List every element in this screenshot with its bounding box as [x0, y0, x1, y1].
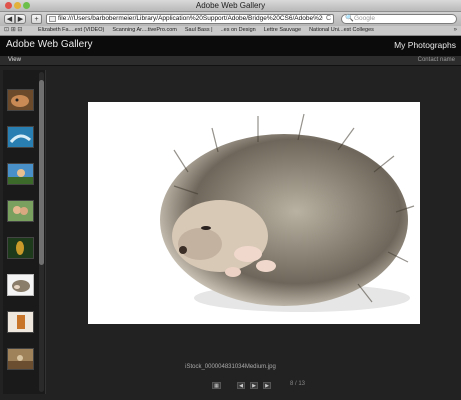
search-field[interactable]: 🔍 Google [341, 14, 457, 24]
hedgehog-photo [88, 102, 420, 324]
thumbnail-item[interactable] [7, 126, 34, 148]
add-bookmark-button[interactable]: + [31, 14, 42, 24]
bookmark-item[interactable]: National Uni...est Colleges [309, 26, 374, 35]
next-icon[interactable]: ▶ [263, 382, 271, 389]
bookmark-item[interactable]: Scanning Ar....tivePro.com [112, 26, 177, 35]
address-bar[interactable]: file:///Users/barbobermeier/Library/Appl… [46, 14, 334, 24]
thumbnail-item[interactable] [7, 311, 34, 333]
bookmark-item[interactable]: Lettre Sauvage [264, 26, 301, 35]
gallery-header: Adobe Web Gallery My Photographs [0, 36, 461, 56]
view-menu[interactable]: View [8, 56, 21, 65]
bookmarks-overflow-icon[interactable]: » [454, 26, 457, 35]
gallery-main: iStock_000004831034Medium.jpg ▦ ◀ ▶ ▶ 8 … [0, 66, 461, 400]
previous-icon[interactable]: ◀ [237, 382, 245, 389]
url-text[interactable]: file:///Users/barbobermeier/Library/Appl… [58, 15, 323, 23]
bookmark-item[interactable]: ..es on Design [221, 26, 256, 35]
play-icon[interactable]: ▶ [250, 382, 258, 389]
browser-toolbar: ◀ ▶ + file:///Users/barbobermeier/Librar… [0, 12, 461, 26]
window-titlebar: Adobe Web Gallery [0, 0, 461, 12]
thumbnail-item[interactable] [7, 237, 34, 259]
thumbnail-item[interactable] [7, 89, 34, 111]
site-name: My Photographs [394, 40, 456, 50]
bookmarks-icons[interactable]: ⊡ ⊞ ⊟ [4, 26, 22, 35]
bookmarks-bar: ⊡ ⊞ ⊟ Elizabeth Fa....ext (VIDEO) Scanni… [0, 26, 461, 36]
browser-window: Adobe Web Gallery ◀ ▶ + file:///Users/ba… [0, 0, 461, 400]
window-title: Adobe Web Gallery [195, 1, 266, 10]
page-icon [49, 16, 56, 22]
main-photo [88, 102, 420, 324]
search-icon: 🔍 [345, 15, 354, 22]
thumbnail-strip [3, 70, 46, 394]
back-button[interactable]: ◀ [4, 14, 15, 24]
playback-controls: ▦ ◀ ▶ ▶ [0, 382, 461, 390]
thumbnail-item-selected[interactable] [7, 274, 34, 296]
thumbnail-scrollbar[interactable] [39, 72, 44, 392]
gallery-subnav: View Contact name [0, 56, 461, 66]
photo-caption: iStock_000004831034Medium.jpg [185, 364, 276, 370]
reload-icon[interactable]: C [326, 15, 331, 23]
grid-view-icon[interactable]: ▦ [212, 382, 221, 389]
bookmarks-list: Elizabeth Fa....ext (VIDEO) Scanning Ar.… [38, 26, 374, 35]
forward-button[interactable]: ▶ [15, 14, 26, 24]
thumbnail-item[interactable] [7, 163, 34, 185]
contact-link[interactable]: Contact name [418, 56, 455, 65]
bookmark-item[interactable]: Elizabeth Fa....ext (VIDEO) [38, 26, 104, 35]
image-counter: 8 / 13 [290, 381, 306, 387]
scrollbar-thumb[interactable] [39, 80, 44, 265]
gallery-title: Adobe Web Gallery [6, 39, 93, 50]
search-placeholder: Google [354, 15, 375, 22]
bookmark-item[interactable]: Saul Bass | [185, 26, 213, 35]
thumbnail-item[interactable] [7, 200, 34, 222]
